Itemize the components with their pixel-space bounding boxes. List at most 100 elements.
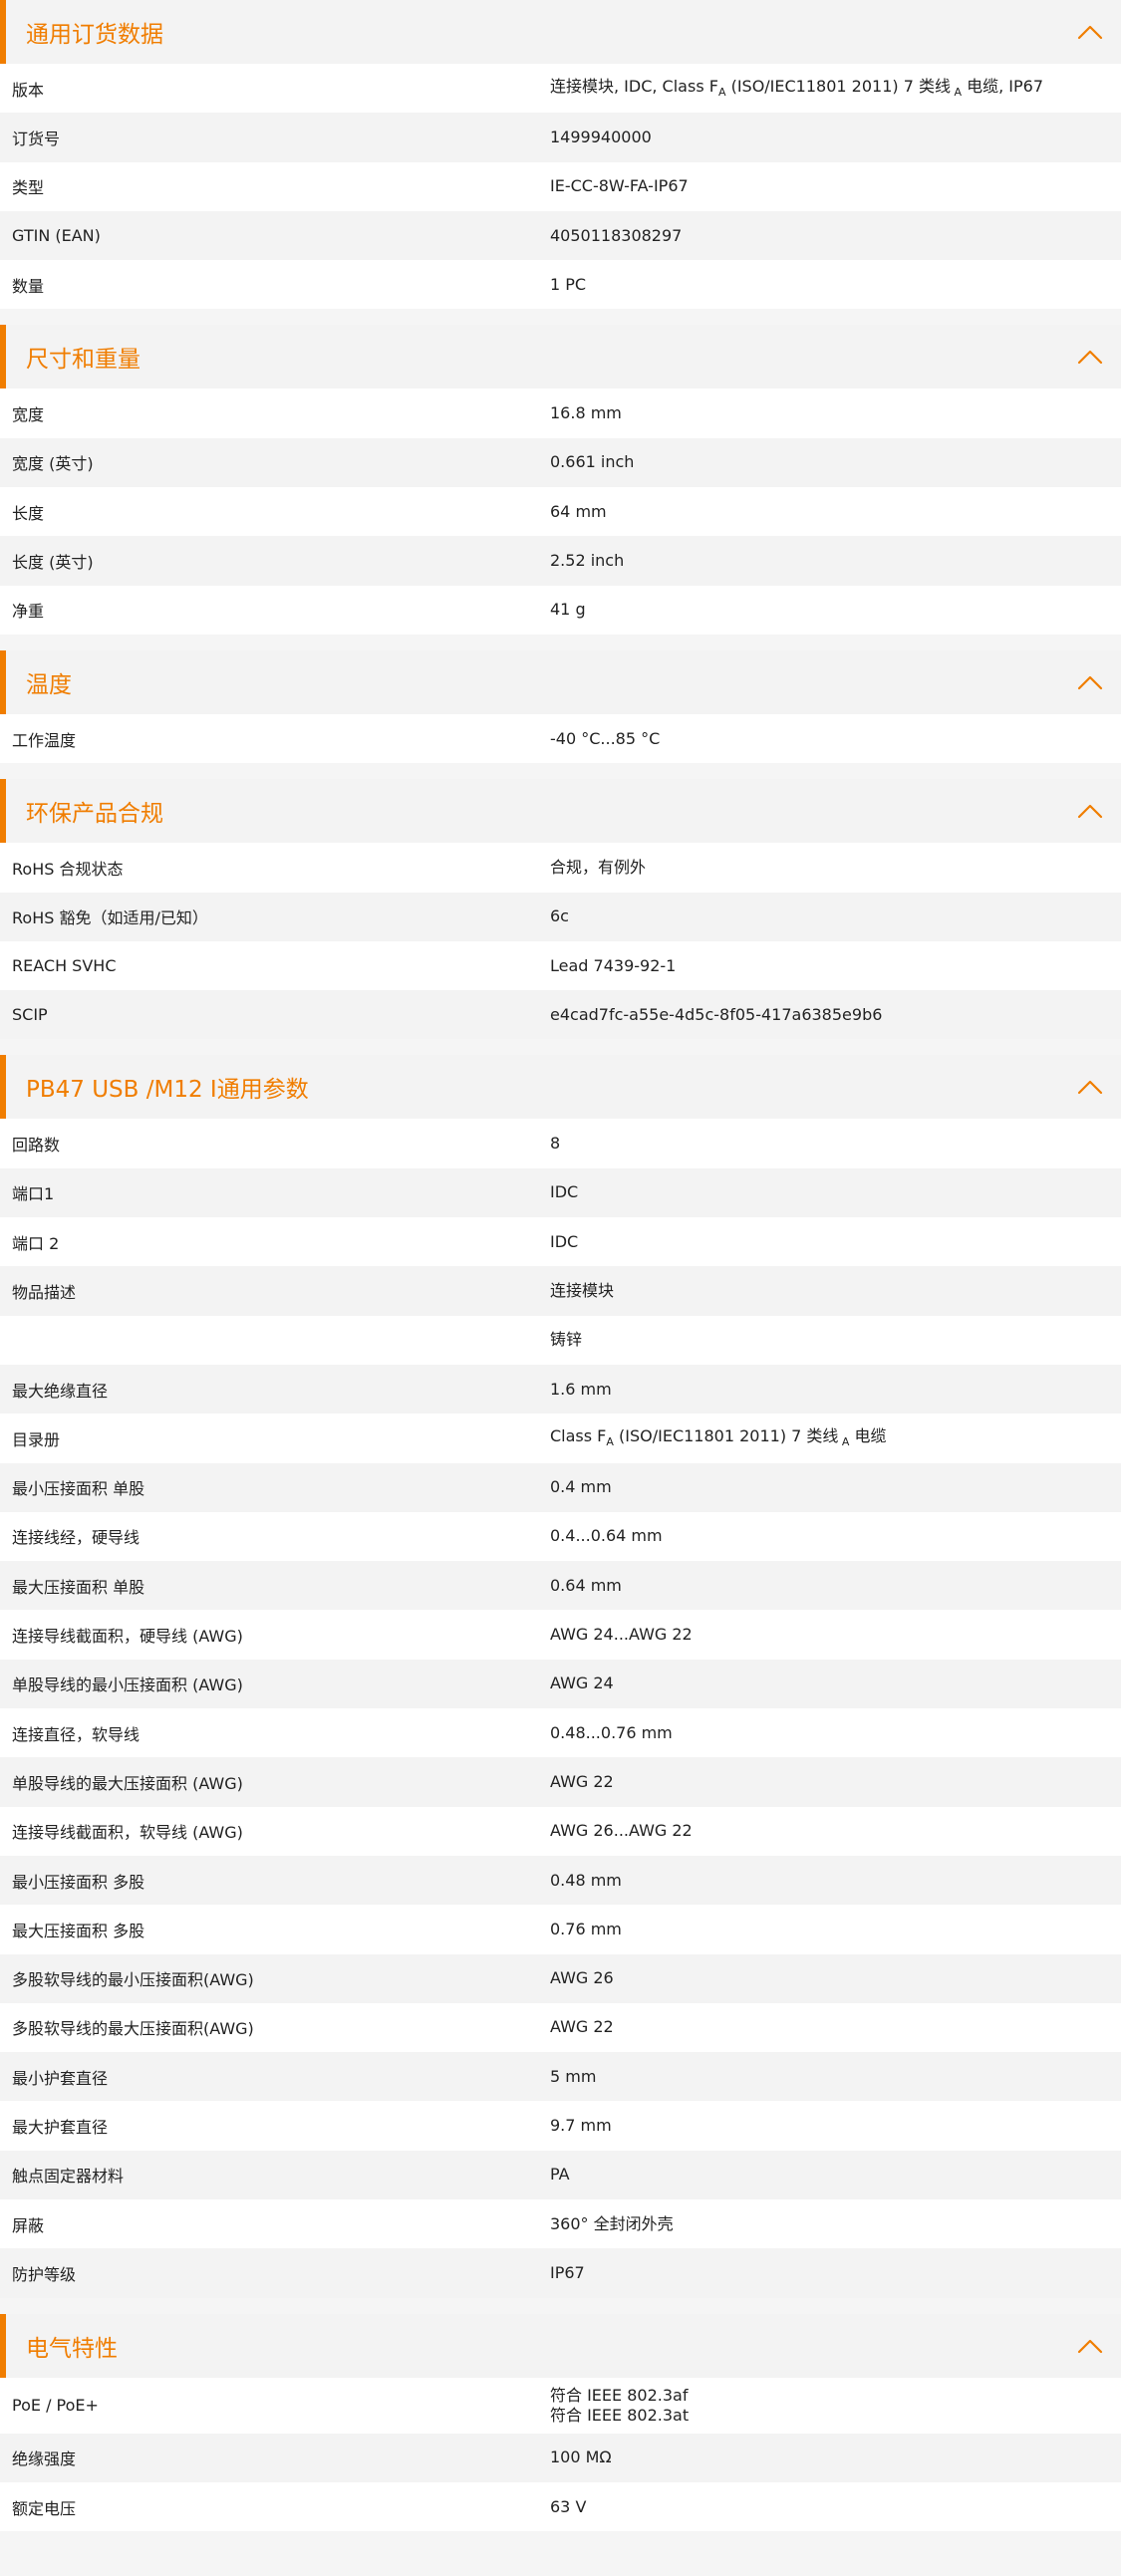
spec-row: 屏蔽 360° 全封闭外壳 xyxy=(0,2198,1121,2249)
spec-row: 防护等级 IP67 xyxy=(0,2248,1121,2298)
spec-value: e4cad7fc-a55e-4d5c-8f05-417a6385e9b6 xyxy=(550,1004,883,1024)
spec-row: 类型 IE-CC-8W-FA-IP67 xyxy=(0,161,1121,211)
spec-row: 最大绝缘直径 1.6 mm xyxy=(0,1364,1121,1415)
spec-row: 最大护套直径 9.7 mm xyxy=(0,2101,1121,2151)
spec-row: SCIP e4cad7fc-a55e-4d5c-8f05-417a6385e9b6 xyxy=(0,990,1121,1040)
section-header[interactable]: 环保产品合规 xyxy=(0,779,1121,844)
spec-value-line: 符合 IEEE 802.3at xyxy=(550,2405,690,2425)
spec-row: GTIN (EAN) 4050118308297 xyxy=(0,210,1121,261)
spec-row: 绝缘强度 100 MΩ xyxy=(0,2433,1121,2482)
spec-label: 多股软导线的最小压接面积(AWG) xyxy=(12,1970,254,1990)
spec-row: 端口 2 IDC xyxy=(0,1217,1121,1267)
spec-row: 单股导线的最小压接面积 (AWG) AWG 24 xyxy=(0,1659,1121,1709)
chevron-up-icon[interactable] xyxy=(1075,17,1105,47)
spec-label: SCIP xyxy=(12,1005,48,1025)
spec-value: 16.8 mm xyxy=(550,403,622,423)
spec-row: 订货号 1499940000 xyxy=(0,113,1121,162)
spec-label: 连接导线截面积，硬导线 (AWG) xyxy=(12,1627,243,1647)
spec-label: 数量 xyxy=(12,276,45,296)
spec-label: RoHS 合规状态 xyxy=(12,859,124,879)
spec-value: 1 PC xyxy=(550,274,587,294)
spec-row: 额定电压 63 V xyxy=(0,2481,1121,2532)
spec-row: 触点固定器材料 PA xyxy=(0,2150,1121,2199)
spec-label: 触点固定器材料 xyxy=(12,2167,125,2187)
section-title: 通用订货数据 xyxy=(26,22,163,48)
chevron-up-icon[interactable] xyxy=(1075,796,1105,826)
spec-value: Class FA (ISO/IEC11801 2011) 7 类线 A 电缆 xyxy=(550,1426,887,1449)
spec-label: 类型 xyxy=(12,178,45,198)
spec-row: 最大压接面积 单股 0.64 mm xyxy=(0,1561,1121,1611)
spec-section: 尺寸和重量宽度 16.8 mm 宽度 (英寸) 0.661 inch 长度 64 mm 长度… xyxy=(0,325,1121,635)
spec-value: -40 °C...85 °C xyxy=(550,728,661,748)
spec-label: 连接导线截面积，软导线 (AWG) xyxy=(12,1823,243,1843)
spec-value: AWG 24...AWG 22 xyxy=(550,1625,693,1645)
spec-label: 订货号 xyxy=(12,129,61,148)
spec-label: 回路数 xyxy=(12,1136,61,1156)
spec-label: 多股软导线的最大压接面积(AWG) xyxy=(12,2019,254,2039)
spec-value: AWG 22 xyxy=(550,2017,614,2037)
spec-value: 0.48 mm xyxy=(550,1870,622,1890)
spec-value: 360° 全封闭外壳 xyxy=(550,2213,674,2233)
spec-value: Lead 7439-92-1 xyxy=(550,955,677,975)
section-header[interactable]: 电气特性 xyxy=(0,2313,1121,2378)
spec-label: REACH SVHC xyxy=(12,956,117,975)
spec-value: 41 g xyxy=(550,600,586,620)
chevron-up-icon[interactable] xyxy=(1075,667,1105,697)
spec-row: 物品描述 连接模块 xyxy=(0,1266,1121,1316)
section-header[interactable]: 通用订货数据 xyxy=(0,0,1121,64)
spec-row: 端口1 IDC xyxy=(0,1167,1121,1218)
chevron-up-icon[interactable] xyxy=(1075,342,1105,372)
spec-value: AWG 26...AWG 22 xyxy=(550,1821,693,1841)
spec-value: 9.7 mm xyxy=(550,2116,612,2136)
spec-label: 额定电压 xyxy=(12,2498,77,2518)
section-title: 尺寸和重量 xyxy=(26,347,140,374)
spec-row: 宽度 16.8 mm xyxy=(0,388,1121,438)
spec-row: 目录册 Class FA (ISO/IEC11801 2011) 7 类线 A 电… xyxy=(0,1414,1121,1463)
spec-row: 净重 41 g xyxy=(0,585,1121,635)
spec-section: 电气特性 PoE / PoE+ 符合 IEEE 802.3af 符合 IEEE 802… xyxy=(0,2313,1121,2532)
section-header[interactable]: 尺寸和重量 xyxy=(0,325,1121,389)
spec-label: 连接直径，软导线 xyxy=(12,1724,140,1744)
spec-value: 合规，有例外 xyxy=(550,857,647,877)
spec-value: 0.4...0.64 mm xyxy=(550,1526,663,1546)
spec-value: IDC xyxy=(550,1182,579,1202)
spec-label: 长度 (英寸) xyxy=(12,553,94,573)
spec-row: 连接线经，硬导线 0.4...0.64 mm xyxy=(0,1511,1121,1562)
spec-value: 100 MΩ xyxy=(550,2447,612,2467)
spec-value: 5 mm xyxy=(550,2066,597,2086)
section-header[interactable]: PB47 USB /M12 I通用参数 xyxy=(0,1055,1121,1120)
spec-row: 数量 1 PC xyxy=(0,260,1121,310)
chevron-up-icon[interactable] xyxy=(1075,1072,1105,1102)
spec-row: 多股软导线的最小压接面积(AWG) AWG 26 xyxy=(0,1953,1121,2003)
section-title: PB47 USB /M12 I通用参数 xyxy=(26,1077,309,1104)
spec-label: 物品描述 xyxy=(12,1282,77,1302)
spec-label: 端口 2 xyxy=(12,1233,60,1253)
spec-label: RoHS 豁免（如适用/已知） xyxy=(12,908,208,928)
spec-label: 宽度 xyxy=(12,405,45,425)
spec-value: AWG 24 xyxy=(550,1674,614,1693)
spec-label: 版本 xyxy=(12,80,45,100)
chevron-up-icon[interactable] xyxy=(1075,2331,1105,2361)
spec-row: 版本 连接模块, IDC, Class FA (ISO/IEC11801 2011… xyxy=(0,64,1121,114)
spec-value: 0.661 inch xyxy=(550,452,635,472)
spec-value-line: 符合 IEEE 802.3af xyxy=(550,2385,689,2405)
spec-sheet: 通用订货数据版本 连接模块, IDC, Class FA (ISO/IEC1180… xyxy=(0,0,1121,2532)
spec-row: 最小护套直径 5 mm xyxy=(0,2052,1121,2102)
spec-value: 4050118308297 xyxy=(550,225,683,245)
spec-value: PA xyxy=(550,2165,570,2185)
spec-value: 8 xyxy=(550,1134,561,1154)
spec-label: 宽度 (英寸) xyxy=(12,454,94,474)
spec-value: 连接模块 xyxy=(550,1280,615,1300)
spec-value: 符合 IEEE 802.3af 符合 IEEE 802.3at xyxy=(550,2386,1109,2426)
spec-row: 最小压接面积 多股 0.48 mm xyxy=(0,1855,1121,1906)
spec-row: 单股导线的最大压接面积 (AWG) AWG 22 xyxy=(0,1757,1121,1807)
spec-value: 6c xyxy=(550,906,569,926)
spec-value: 铸锌 xyxy=(550,1330,583,1350)
spec-row: 长度 64 mm xyxy=(0,487,1121,537)
spec-value: 1.6 mm xyxy=(550,1379,612,1399)
spec-value: IE-CC-8W-FA-IP67 xyxy=(550,176,689,196)
section-header[interactable]: 温度 xyxy=(0,649,1121,714)
spec-value: AWG 22 xyxy=(550,1771,614,1791)
spec-label: 最大压接面积 多股 xyxy=(12,1921,145,1940)
spec-label: 屏蔽 xyxy=(12,2215,45,2235)
